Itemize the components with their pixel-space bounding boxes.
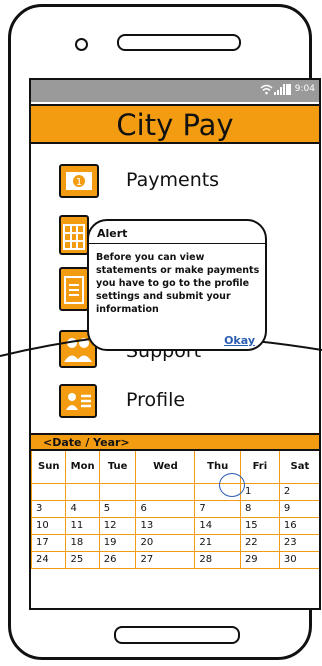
title-bar: City Pay: [31, 104, 319, 144]
day-cell[interactable]: 9: [278, 499, 319, 518]
day-cell[interactable]: 26: [98, 550, 137, 569]
id-card-icon: [59, 384, 97, 418]
weekday-label: Fri: [239, 451, 280, 484]
calendar-grid: Sun Mon Tue Wed Thu Fri Sat 1 2 3 4 5 6 …: [31, 451, 319, 569]
alert-title: Alert: [97, 227, 128, 240]
week-row: 10 11 12 13 14 15 16: [31, 516, 319, 535]
day-cell[interactable]: 12: [98, 516, 137, 535]
weekday-label: Sat: [278, 451, 319, 484]
day-cell[interactable]: 14: [194, 516, 241, 535]
week-row: 17 18 19 20 21 22 23: [31, 533, 319, 552]
menu-item-profile[interactable]: Profile: [59, 384, 259, 420]
document-icon: [59, 267, 89, 311]
day-cell[interactable]: 17: [31, 533, 67, 552]
menu-item-label: Profile: [126, 389, 186, 411]
camera-icon: [75, 38, 88, 51]
calendar-icon: [59, 215, 89, 255]
menu-item-label: Payments: [126, 169, 220, 191]
day-cell[interactable]: 7: [194, 499, 241, 518]
weekday-label: Wed: [135, 451, 196, 484]
day-cell[interactable]: [135, 482, 196, 501]
signal-icon: [274, 84, 285, 95]
day-cell[interactable]: 29: [239, 550, 280, 569]
home-button[interactable]: [114, 626, 240, 644]
day-cell[interactable]: 19: [98, 533, 137, 552]
wifi-icon: [260, 84, 273, 95]
day-cell[interactable]: 30: [278, 550, 319, 569]
calendar-title: <Date / Year>: [43, 436, 130, 449]
day-cell[interactable]: 4: [65, 499, 100, 518]
alert-dialog: Alert Before you can view statements or …: [87, 219, 267, 351]
speaker-grille: [117, 34, 241, 51]
app-title: City Pay: [116, 108, 234, 142]
day-cell[interactable]: [98, 482, 137, 501]
alert-message: Before you can view statements or make p…: [96, 252, 260, 315]
week-row: 1 2: [31, 482, 319, 501]
okay-button[interactable]: Okay: [224, 334, 255, 347]
day-cell[interactable]: 20: [135, 533, 196, 552]
day-cell[interactable]: 16: [278, 516, 319, 535]
svg-text:1: 1: [76, 177, 82, 188]
weekday-label: Mon: [65, 451, 100, 484]
weekday-label: Tue: [98, 451, 137, 484]
coin-icon: 1: [59, 164, 99, 198]
day-cell[interactable]: 6: [135, 499, 196, 518]
day-cell[interactable]: 11: [65, 516, 100, 535]
status-bar: 9:04: [31, 80, 319, 102]
weekday-row: Sun Mon Tue Wed Thu Fri Sat: [31, 451, 319, 484]
day-cell[interactable]: 25: [65, 550, 100, 569]
week-row: 3 4 5 6 7 8 9: [31, 499, 319, 518]
status-time: 9:04: [294, 84, 315, 94]
day-cell[interactable]: 1: [239, 482, 280, 501]
day-cell[interactable]: 18: [65, 533, 100, 552]
day-cell[interactable]: 28: [194, 550, 241, 569]
calendar-header[interactable]: <Date / Year>: [31, 433, 319, 451]
day-cell[interactable]: 2: [278, 482, 319, 501]
connector-line: [0, 337, 98, 357]
day-cell[interactable]: 23: [278, 533, 319, 552]
day-cell[interactable]: [31, 482, 67, 501]
day-cell[interactable]: 13: [135, 516, 196, 535]
today-highlight: [219, 473, 245, 497]
day-cell[interactable]: 10: [31, 516, 67, 535]
day-cell[interactable]: 15: [239, 516, 280, 535]
alert-divider: [89, 243, 265, 244]
day-cell-today[interactable]: 22: [239, 533, 280, 552]
day-cell[interactable]: 27: [135, 550, 196, 569]
day-cell[interactable]: 3: [31, 499, 67, 518]
day-cell[interactable]: 8: [239, 499, 280, 518]
day-cell[interactable]: 5: [98, 499, 137, 518]
battery-icon: [286, 84, 291, 95]
menu-item-payments[interactable]: 1 Payments: [59, 164, 259, 200]
weekday-label: Sun: [31, 451, 67, 484]
day-cell[interactable]: 24: [31, 550, 67, 569]
day-cell[interactable]: [65, 482, 100, 501]
day-cell[interactable]: 21: [194, 533, 241, 552]
week-row: 24 25 26 27 28 29 30: [31, 550, 319, 569]
